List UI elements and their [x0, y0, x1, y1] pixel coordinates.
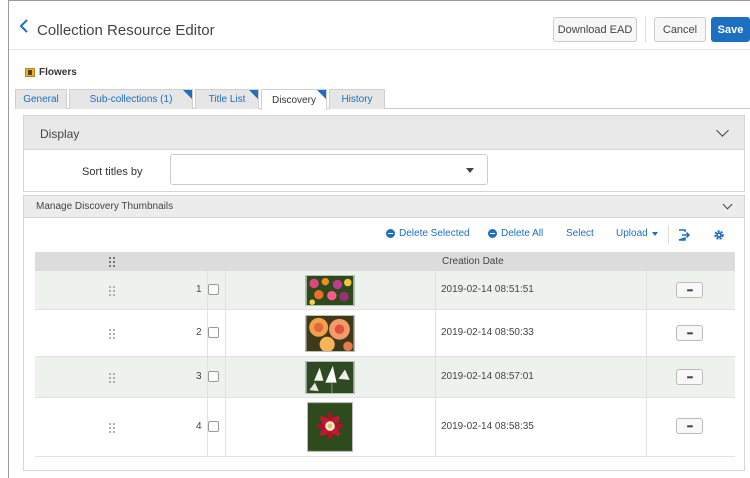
- thumbnails-panel-title: Manage Discovery Thumbnails: [36, 201, 174, 212]
- table-row: 3 2019-02-14 08:57:01 •••: [35, 357, 735, 398]
- drag-handle-icon[interactable]: [109, 423, 115, 433]
- collection-folder-icon: [25, 68, 35, 77]
- tab-label: Discovery: [272, 94, 316, 106]
- header-divider: [645, 17, 646, 42]
- table-header-row: Creation Date: [35, 252, 735, 271]
- caret-down-icon: [651, 231, 658, 236]
- tab-label: Sub-collections (1): [89, 94, 173, 105]
- gear-icon[interactable]: [713, 229, 725, 241]
- row-checkbox[interactable]: [208, 371, 219, 382]
- row-actions-button[interactable]: •••: [676, 369, 703, 385]
- sort-titles-select[interactable]: [170, 154, 488, 185]
- table-row: 1 2019-02-14 08:51:51 •••: [35, 271, 735, 310]
- editor-window: Collection Resource Editor Download EAD …: [8, 0, 750, 478]
- tab-history[interactable]: History: [329, 89, 385, 109]
- select-label: Select: [566, 228, 594, 239]
- row-actions-button[interactable]: •••: [676, 282, 703, 298]
- drag-handle-icon[interactable]: [109, 373, 115, 383]
- row-actions-button[interactable]: •••: [676, 325, 703, 341]
- chevron-down-icon[interactable]: [716, 124, 729, 137]
- orange-roses-thumbnail: [305, 315, 355, 352]
- thumbnails-toolbar: Delete Selected Delete All Select Upload: [24, 226, 746, 244]
- delete-all-label: Delete All: [501, 228, 544, 239]
- tab-bar: General Sub-collections (1) Title List D…: [15, 85, 750, 110]
- minus-circle-icon: [488, 229, 497, 238]
- delete-all-button[interactable]: Delete All: [488, 228, 543, 239]
- tab-corner-flag-icon: [183, 90, 192, 99]
- tab-label: General: [23, 94, 59, 105]
- minus-circle-icon: [386, 229, 395, 238]
- white-lilies-thumbnail: [305, 361, 355, 394]
- mixed-flowers-thumbnail: [305, 275, 355, 306]
- display-panel-header[interactable]: Display: [24, 116, 744, 150]
- page-header: Collection Resource Editor Download EAD …: [9, 1, 750, 50]
- page-title: Collection Resource Editor: [37, 22, 215, 39]
- tab-sub-collections[interactable]: Sub-collections (1): [69, 89, 193, 109]
- tab-label: History: [341, 94, 373, 105]
- row-index: 4: [196, 421, 202, 432]
- column-header-creation-date[interactable]: Creation Date: [442, 256, 504, 267]
- display-panel-title: Display: [40, 127, 80, 141]
- back-chevron-icon[interactable]: [18, 19, 30, 33]
- row-checkbox[interactable]: [208, 421, 219, 432]
- row-creation-date: 2019-02-14 08:57:01: [441, 371, 534, 382]
- row-index: 3: [196, 371, 202, 382]
- tab-title-list[interactable]: Title List: [195, 89, 259, 109]
- caret-down-icon: [466, 168, 474, 173]
- upload-dropdown[interactable]: Upload: [616, 228, 658, 239]
- sort-titles-label: Sort titles by: [82, 166, 143, 178]
- row-index: 1: [196, 284, 202, 295]
- thumbnails-table: Creation Date 1 2019-02-14 08:51:51 ••• …: [35, 252, 735, 457]
- red-dahlia-thumbnail: [307, 402, 353, 452]
- discovery-thumbnails-panel: Manage Discovery Thumbnails Delete Selec…: [23, 195, 745, 471]
- row-creation-date: 2019-02-14 08:58:35: [441, 421, 534, 432]
- upload-label: Upload: [616, 228, 648, 239]
- thumbnails-panel-header[interactable]: Manage Discovery Thumbnails: [24, 196, 744, 218]
- row-creation-date: 2019-02-14 08:51:51: [441, 284, 534, 295]
- drag-handle-icon[interactable]: [109, 286, 115, 296]
- collection-name: Flowers: [39, 67, 77, 78]
- drag-handle-icon[interactable]: [109, 329, 115, 339]
- save-button[interactable]: Save: [711, 17, 750, 42]
- row-checkbox[interactable]: [208, 327, 219, 338]
- tab-corner-flag-icon: [317, 90, 326, 99]
- row-creation-date: 2019-02-14 08:50:33: [441, 327, 534, 338]
- table-row: 2 2019-02-14 08:50:33 •••: [35, 310, 735, 357]
- table-row: 4 2019-02-14 08:58:35 •••: [35, 398, 735, 457]
- toolbar-divider: [668, 226, 669, 244]
- tab-corner-flag-icon: [249, 90, 258, 99]
- export-icon[interactable]: [678, 229, 691, 241]
- chevron-down-icon[interactable]: [722, 199, 733, 210]
- delete-selected-label: Delete Selected: [399, 228, 470, 239]
- row-actions-button[interactable]: •••: [676, 418, 703, 434]
- drag-handle-icon: [109, 257, 115, 267]
- tab-general[interactable]: General: [15, 89, 67, 109]
- delete-selected-button[interactable]: Delete Selected: [386, 228, 470, 239]
- breadcrumb: Flowers: [25, 67, 77, 78]
- tab-label: Title List: [208, 94, 246, 105]
- cancel-button[interactable]: Cancel: [654, 17, 706, 42]
- row-checkbox[interactable]: [208, 284, 219, 295]
- row-index: 2: [196, 327, 202, 338]
- select-button[interactable]: Select: [566, 228, 594, 239]
- display-panel: Display Sort titles by: [23, 115, 745, 192]
- download-ead-button[interactable]: Download EAD: [553, 17, 637, 42]
- tab-discovery[interactable]: Discovery: [261, 89, 327, 110]
